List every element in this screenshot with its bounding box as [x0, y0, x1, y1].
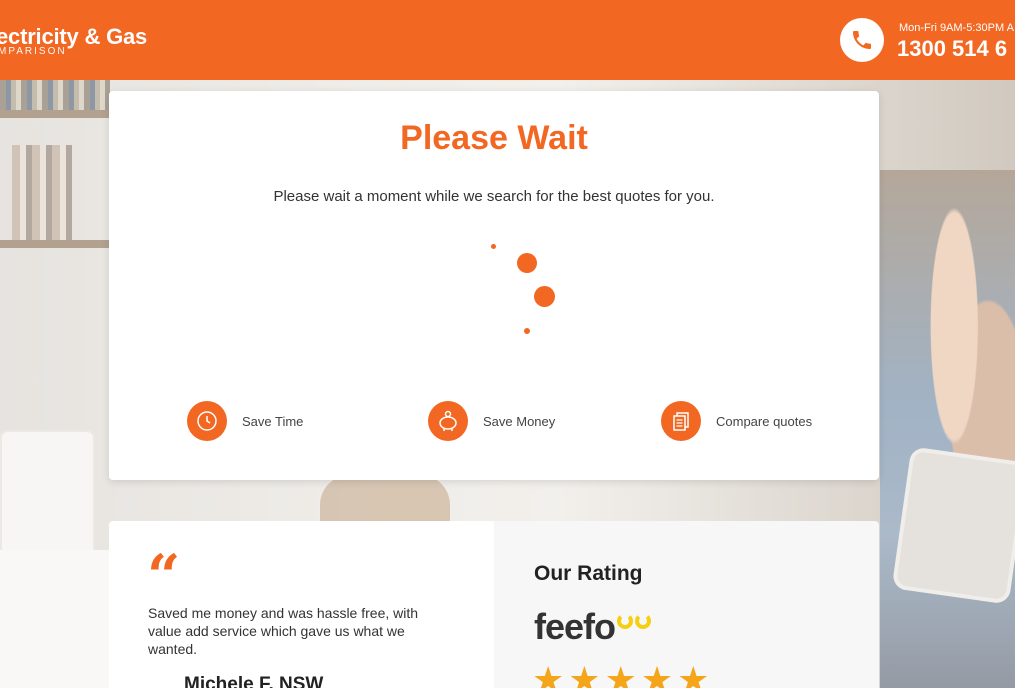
feature-save-time: Save Time — [187, 401, 303, 441]
rating-title: Our Rating — [534, 562, 643, 585]
piggy-bank-icon — [428, 401, 468, 441]
author-name: Michele F, NSW — [184, 674, 324, 688]
spinner-dot — [534, 286, 555, 307]
loading-card: Please Wait Please wait a moment while w… — [109, 91, 879, 480]
star-icon: ★ — [604, 660, 637, 688]
clock-icon — [187, 401, 227, 441]
spinner-dot — [524, 328, 530, 334]
feefo-wordmark: feefo — [534, 606, 616, 647]
documents-icon — [661, 401, 701, 441]
phone-number[interactable]: 1300 514 6 — [897, 36, 1007, 62]
star-icon: ★ — [677, 660, 710, 688]
site-header: ectricity & Gas MPARISON Mon-Fri 9AM-5:3… — [0, 0, 1015, 80]
phone-hours: Mon-Fri 9AM-5:30PM A — [899, 22, 1014, 34]
loading-message: Please wait a moment while we search for… — [273, 188, 715, 205]
star-icon: ★ — [568, 660, 601, 688]
rating-card: Our Rating feefo ★ ★ ★ ★ ★ — [494, 521, 879, 688]
page-title: Please Wait — [400, 119, 588, 157]
feature-label: Save Money — [483, 413, 556, 429]
testimonial-text: Saved me money and was hassle free, with… — [148, 605, 419, 657]
feefo-eyes-icon — [617, 613, 653, 629]
feature-label: Compare quotes — [716, 413, 813, 429]
spinner-dot — [517, 253, 537, 273]
logo-subtitle: MPARISON — [0, 46, 67, 57]
feefo-logo[interactable]: feefo — [534, 609, 653, 645]
star-icon: ★ — [640, 660, 674, 688]
quote-icon: “ — [147, 542, 181, 610]
feature-compare-quotes: Compare quotes — [661, 401, 812, 441]
testimonial-card: “ Saved me money and was hassle free, wi… — [109, 521, 494, 688]
feature-save-money: Save Money — [428, 401, 555, 441]
star-icon: ★ — [532, 660, 565, 688]
phone-icon[interactable] — [840, 18, 884, 62]
star-rating: ★ ★ ★ ★ ★ — [532, 663, 713, 688]
feature-label: Save Time — [242, 413, 304, 429]
testimonial-author: Michele F, NSW — [148, 674, 323, 688]
spinner-dot — [491, 244, 496, 249]
